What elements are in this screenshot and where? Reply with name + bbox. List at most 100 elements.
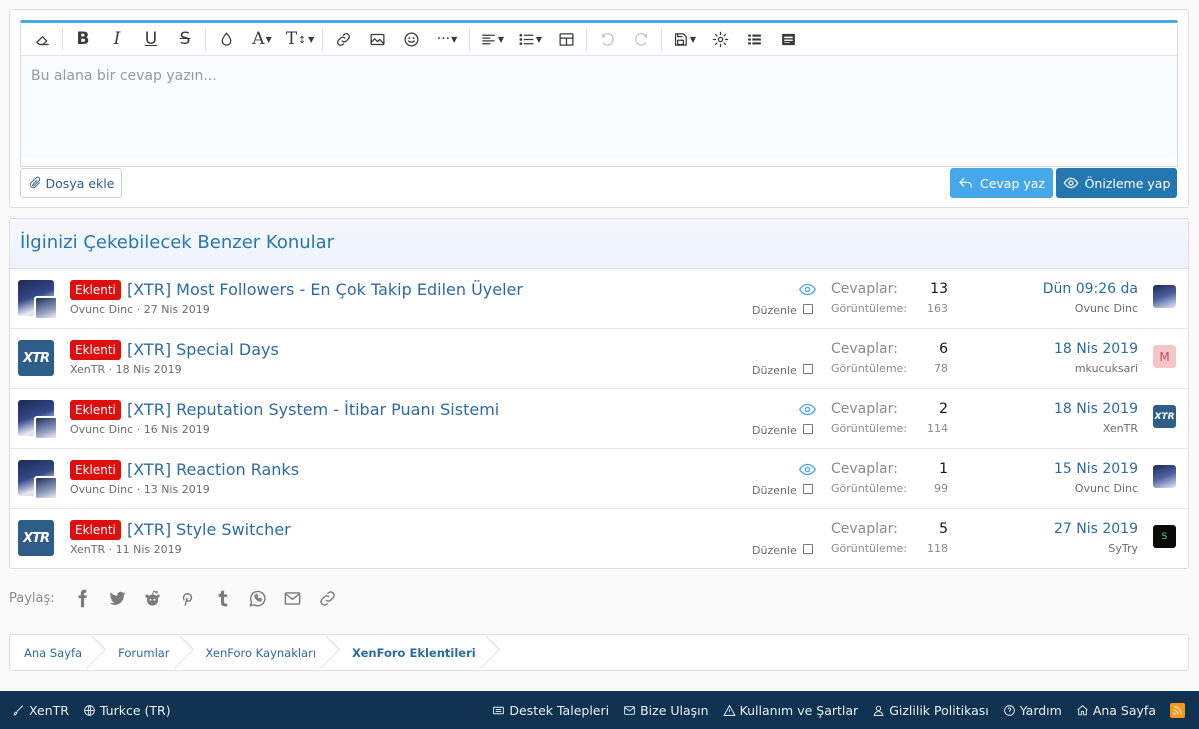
clear-formatting-icon[interactable] <box>25 25 59 53</box>
last-poster-avatar[interactable] <box>1153 465 1176 488</box>
font-size-icon[interactable]: T ▼ <box>281 25 319 53</box>
emoji-icon[interactable] <box>394 25 428 53</box>
thread-start-date[interactable]: 27 Nis 2019 <box>144 303 210 316</box>
footer-terms[interactable]: Kullanım ve Şartlar <box>722 703 858 718</box>
thread-row[interactable]: XTR Eklenti [XTR] Style Switcher XenTR ·… <box>10 509 1188 568</box>
email-icon[interactable] <box>275 586 310 610</box>
author-avatar[interactable]: XTR <box>18 340 54 376</box>
thread-title[interactable]: [XTR] Style Switcher <box>127 520 291 539</box>
text-color-icon[interactable] <box>209 25 243 53</box>
underline-icon[interactable]: U <box>134 25 168 53</box>
last-poster-avatar[interactable]: S <box>1153 525 1176 548</box>
last-poster[interactable]: Ovunc Dinc <box>1075 302 1138 315</box>
thread-row[interactable]: Eklenti [XTR] Reputation System - İtibar… <box>10 389 1188 449</box>
insert-image-icon[interactable] <box>360 25 394 53</box>
select-checkbox[interactable] <box>803 364 813 374</box>
thread-title[interactable]: [XTR] Reaction Ranks <box>127 460 299 479</box>
edit-label: Düzenle <box>752 364 797 377</box>
last-post-date[interactable]: 18 Nis 2019 <box>1054 401 1138 417</box>
drafts-icon[interactable]: ▼ <box>665 25 703 53</box>
align-icon[interactable]: ▼ <box>473 25 511 53</box>
pinterest-icon[interactable] <box>170 586 205 610</box>
last-poster[interactable]: XenTR <box>1103 422 1138 435</box>
footer-support-tickets[interactable]: Destek Talepleri <box>492 703 609 718</box>
breadcrumb-home[interactable]: Ana Sayfa <box>10 635 104 670</box>
last-post-date[interactable]: 18 Nis 2019 <box>1054 341 1138 357</box>
style-chooser-link[interactable]: XenTR <box>12 703 69 718</box>
breadcrumb-xenforo-resources[interactable]: XenForo Kaynakları <box>192 635 339 670</box>
last-poster-avatar[interactable] <box>1153 285 1176 308</box>
bold-icon[interactable]: B <box>66 25 100 53</box>
footer-home[interactable]: Ana Sayfa <box>1076 703 1156 718</box>
last-post-date[interactable]: 27 Nis 2019 <box>1054 521 1138 537</box>
author-avatar[interactable]: XTR <box>18 520 54 556</box>
reddit-icon[interactable] <box>135 586 170 610</box>
last-poster[interactable]: SyTry <box>1108 542 1138 555</box>
last-post-date[interactable]: 15 Nis 2019 <box>1054 461 1138 477</box>
thread-row[interactable]: Eklenti [XTR] Most Followers - En Çok Ta… <box>10 269 1188 329</box>
thread-author[interactable]: XenTR <box>70 543 105 556</box>
list-icon[interactable]: ▼ <box>511 25 549 53</box>
italic-icon[interactable]: I <box>100 25 134 53</box>
attach-file-button[interactable]: Dosya ekle <box>20 168 122 198</box>
preview-button[interactable]: Önizleme yap <box>1056 168 1177 198</box>
footer-help[interactable]: Yardım <box>1003 703 1062 718</box>
thread-start-date[interactable]: 18 Nis 2019 <box>116 363 182 376</box>
insert-link-icon[interactable] <box>326 25 360 53</box>
breadcrumb-xenforo-addons[interactable]: XenForo Eklentileri <box>338 635 498 670</box>
toolbar-divider <box>205 28 206 50</box>
post-reply-button[interactable]: Cevap yaz <box>950 168 1053 198</box>
more-options-icon[interactable]: ··· ▼ <box>428 25 466 53</box>
last-poster-avatar[interactable]: M <box>1153 345 1176 368</box>
thread-start-date[interactable]: 11 Nis 2019 <box>116 543 182 556</box>
message-textarea[interactable]: Bu alana bir cevap yazın... <box>21 56 1177 158</box>
facebook-icon[interactable] <box>65 586 100 610</box>
thread-start-date[interactable]: 13 Nis 2019 <box>144 483 210 496</box>
select-checkbox[interactable] <box>803 424 813 434</box>
thread-title[interactable]: [XTR] Special Days <box>127 340 279 359</box>
strikethrough-icon[interactable]: S <box>168 25 202 53</box>
similar-threads-block: İlginizi Çekebilecek Benzer Konular Ekle… <box>9 218 1189 569</box>
footer-privacy[interactable]: Gizlilik Politikası <box>872 703 989 718</box>
author-avatar[interactable] <box>18 400 58 440</box>
author-avatar[interactable] <box>18 280 58 320</box>
thread-row[interactable]: Eklenti [XTR] Reaction Ranks Ovunc Dinc … <box>10 449 1188 509</box>
prefix-label[interactable]: Eklenti <box>70 520 121 540</box>
prefix-label[interactable]: Eklenti <box>70 400 121 420</box>
prefix-label[interactable]: Eklenti <box>70 280 121 300</box>
thread-title[interactable]: [XTR] Most Followers - En Çok Takip Edil… <box>127 280 523 299</box>
thread-author[interactable]: Ovunc Dinc <box>70 423 133 436</box>
select-checkbox[interactable] <box>803 484 813 494</box>
last-poster[interactable]: Ovunc Dinc <box>1075 482 1138 495</box>
tumblr-icon[interactable] <box>205 586 240 610</box>
list-view-icon[interactable] <box>737 25 771 53</box>
link-icon[interactable] <box>310 586 345 610</box>
prefix-label[interactable]: Eklenti <box>70 340 121 360</box>
bbcode-icon[interactable] <box>771 25 805 53</box>
prefix-label[interactable]: Eklenti <box>70 460 121 480</box>
font-family-icon[interactable]: A ▼ <box>243 25 281 53</box>
footer-contact[interactable]: Bize Ulaşın <box>623 703 709 718</box>
last-poster-avatar[interactable]: XTR <box>1153 405 1176 428</box>
language-chooser-link[interactable]: Turkce (TR) <box>83 703 171 718</box>
last-poster[interactable]: mkucuksari <box>1075 362 1138 375</box>
settings-icon[interactable] <box>703 25 737 53</box>
thread-author[interactable]: Ovunc Dinc <box>70 303 133 316</box>
thread-row[interactable]: XTR Eklenti [XTR] Special Days XenTR · 1… <box>10 329 1188 389</box>
breadcrumb-forums[interactable]: Forumlar <box>104 635 191 670</box>
last-post-date[interactable]: Dün 09:26 da <box>1043 281 1138 297</box>
undo-icon[interactable] <box>590 25 624 53</box>
thread-author[interactable]: Ovunc Dinc <box>70 483 133 496</box>
redo-icon[interactable] <box>624 25 658 53</box>
rich-text-editor: B I U S A ▼ T ▼ ··· ▼ ▼ ▼ ▼ Bu alana bir… <box>20 20 1178 167</box>
select-checkbox[interactable] <box>803 304 813 314</box>
table-icon[interactable] <box>549 25 583 53</box>
thread-author[interactable]: XenTR <box>70 363 105 376</box>
twitter-icon[interactable] <box>100 586 135 610</box>
whatsapp-icon[interactable] <box>240 586 275 610</box>
rss-icon[interactable] <box>1170 702 1185 718</box>
thread-title[interactable]: [XTR] Reputation System - İtibar Puanı S… <box>127 400 499 419</box>
author-avatar[interactable] <box>18 460 58 500</box>
thread-start-date[interactable]: 16 Nis 2019 <box>144 423 210 436</box>
select-checkbox[interactable] <box>803 544 813 554</box>
